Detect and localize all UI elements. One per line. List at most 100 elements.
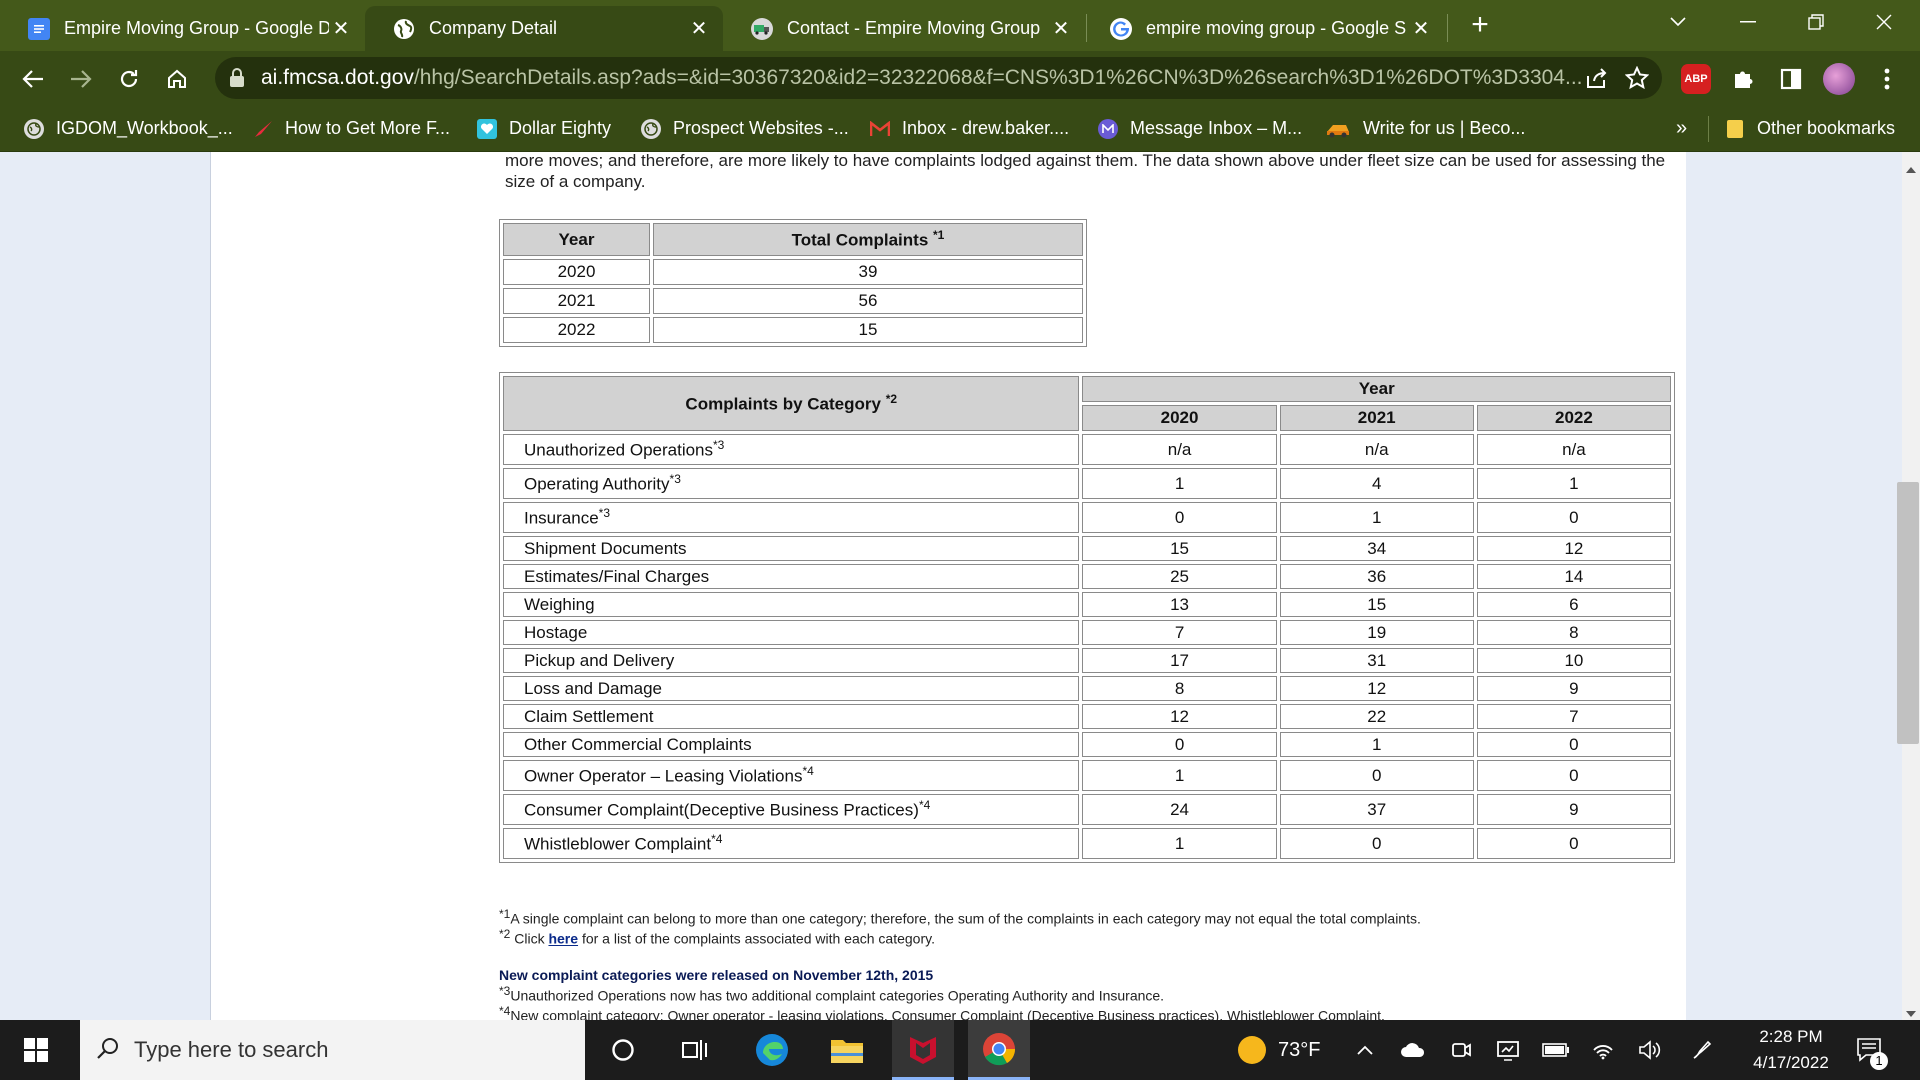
category-row: Hostage 7 19 8 [503, 620, 1671, 645]
wifi-icon[interactable] [1592, 1020, 1614, 1080]
cortana-icon[interactable] [592, 1020, 654, 1080]
category-value-cell: 13 [1082, 592, 1277, 617]
minimize-icon[interactable] [1718, 0, 1778, 44]
extensions-puzzle-icon[interactable] [1724, 60, 1762, 98]
year-group-header: Year [1082, 376, 1671, 402]
tab-google-doc[interactable]: Empire Moving Group - Google D ✕ [0, 6, 365, 51]
tab-title: Empire Moving Group - Google D [64, 18, 329, 38]
chrome-icon[interactable] [968, 1020, 1030, 1080]
category-label-cell: Claim Settlement [503, 704, 1080, 729]
bookmark-inbox[interactable]: Inbox - drew.baker.... [870, 106, 1069, 151]
category-row: Loss and Damage 8 12 9 [503, 676, 1671, 701]
address-bar[interactable]: ai.fmcsa.dot.gov/hhg/SearchDetails.asp?a… [215, 57, 1662, 99]
footnote-mark: *4 [802, 764, 814, 779]
category-row: Owner Operator – Leasing Violations*4 1 0 0 [503, 760, 1671, 791]
category-row: Shipment Documents 15 34 12 [503, 536, 1671, 561]
bookmark-prospect-websites[interactable]: Prospect Websites -... [641, 106, 849, 151]
bookmark-label: IGDOM_Workbook_... [56, 118, 233, 138]
menu-kebab-icon[interactable] [1868, 60, 1906, 98]
category-value-cell: 14 [1476, 564, 1671, 589]
adblock-label: ABP [1681, 64, 1711, 94]
bookmark-igdom[interactable]: IGDOM_Workbook_... [24, 106, 233, 151]
globe-icon [641, 118, 661, 139]
clock[interactable]: 2:28 PM 4/17/2022 [1736, 1020, 1846, 1080]
bookmark-label: How to Get More F... [285, 118, 451, 138]
complaints-by-category-table: Complaints by Category *2 Year 2020 2021 2… [499, 372, 1675, 863]
total-complaints-header-label: Total Complaints [791, 230, 929, 250]
category-value-cell: 34 [1279, 536, 1474, 561]
sun-icon [1238, 1036, 1266, 1064]
screen-capture-icon[interactable] [1496, 1020, 1520, 1080]
category-value-cell: 6 [1476, 592, 1671, 617]
bookmark-label: Prospect Websites -... [673, 118, 849, 138]
restore-icon[interactable] [1786, 0, 1846, 44]
close-tab-icon[interactable]: ✕ [1409, 17, 1433, 41]
category-value-cell: 1 [1082, 468, 1277, 499]
category-value-cell: 0 [1279, 828, 1474, 859]
windows-start-icon[interactable] [6, 1020, 66, 1080]
tab-google-search[interactable]: empire moving group - Google S ✕ [1082, 6, 1445, 51]
year-column-header: 2020 [1082, 405, 1277, 431]
forward-icon[interactable] [62, 60, 100, 98]
category-value-cell: 7 [1476, 704, 1671, 729]
close-tab-icon[interactable]: ✕ [1049, 17, 1073, 41]
new-tab-button[interactable]: + [1461, 6, 1499, 44]
lock-icon[interactable] [229, 68, 245, 93]
side-panel-icon[interactable] [1772, 60, 1810, 98]
edge-icon[interactable] [741, 1020, 803, 1080]
bookmarks-overflow-button[interactable]: » [1676, 106, 1687, 151]
tray-overflow-chevron-icon[interactable] [1356, 1020, 1374, 1080]
bookmark-star-icon[interactable] [1624, 65, 1650, 95]
category-label: Loss and Damage [524, 678, 662, 698]
search-icon [96, 1036, 120, 1065]
weather-widget[interactable]: 73°F [1238, 1020, 1320, 1080]
category-value-cell: 1 [1082, 760, 1277, 791]
tab-contact[interactable]: Contact - Empire Moving Group ✕ [723, 6, 1085, 51]
reload-icon[interactable] [110, 60, 148, 98]
chevron-down-icon[interactable] [1648, 0, 1708, 44]
scroll-up-arrow-icon[interactable] [1906, 160, 1916, 178]
close-window-icon[interactable] [1854, 0, 1914, 44]
close-tab-icon[interactable]: ✕ [329, 17, 353, 41]
task-view-icon[interactable] [664, 1020, 726, 1080]
category-value-cell: 24 [1082, 794, 1277, 825]
notification-center-icon[interactable]: 1 [1856, 1020, 1888, 1080]
bookmark-other-bookmarks[interactable]: Other bookmarks [1725, 106, 1895, 151]
onedrive-cloud-icon[interactable] [1400, 1020, 1426, 1080]
share-icon[interactable] [1585, 67, 1609, 94]
adblock-plus-icon[interactable]: ABP [1677, 60, 1715, 98]
year-cell: 2020 [503, 259, 650, 285]
file-explorer-icon[interactable] [816, 1020, 878, 1080]
bookmark-dollar-eighty[interactable]: Dollar Eighty [477, 106, 611, 151]
mcafee-icon[interactable] [892, 1020, 954, 1080]
category-value-cell: n/a [1476, 434, 1671, 465]
tab-company-detail[interactable]: Company Detail ✕ [365, 6, 723, 51]
footnote-3-text: Unauthorized Operations now has two addi… [510, 987, 1165, 1004]
tab-title: empire moving group - Google S [1146, 18, 1407, 38]
here-link[interactable]: here [548, 931, 578, 947]
back-icon[interactable] [14, 60, 52, 98]
category-row: Unauthorized Operations*3 n/a n/a n/a [503, 434, 1671, 465]
profile-avatar[interactable] [1820, 60, 1858, 98]
scrollbar-thumb[interactable] [1897, 482, 1919, 744]
bookmark-message-inbox[interactable]: Message Inbox – M... [1098, 106, 1302, 151]
tab-title: Company Detail [429, 18, 558, 38]
bookmark-write-for-us[interactable]: Write for us | Beco... [1325, 106, 1525, 151]
totals-row: 2020 39 [503, 259, 1083, 285]
taskbar-search-box[interactable]: Type here to search [80, 1020, 585, 1080]
battery-icon[interactable] [1542, 1020, 1570, 1080]
close-tab-icon[interactable]: ✕ [687, 17, 711, 41]
url-text[interactable]: ai.fmcsa.dot.gov/hhg/SearchDetails.asp?a… [261, 57, 1591, 99]
category-row: Weighing 13 15 6 [503, 592, 1671, 617]
category-label: Unauthorized Operations [524, 440, 714, 460]
home-icon[interactable] [158, 60, 196, 98]
bookmark-how-to-get-more[interactable]: How to Get More F... [253, 106, 450, 151]
volume-icon[interactable] [1638, 1020, 1662, 1080]
pen-ink-icon[interactable] [1690, 1020, 1714, 1080]
category-value-cell: 36 [1279, 564, 1474, 589]
meet-now-icon[interactable] [1450, 1020, 1472, 1080]
footnote-mark: *3 [598, 506, 611, 521]
year-column-header: 2022 [1476, 405, 1671, 431]
category-value-cell: 22 [1279, 704, 1474, 729]
category-row: Estimates/Final Charges 25 36 14 [503, 564, 1671, 589]
